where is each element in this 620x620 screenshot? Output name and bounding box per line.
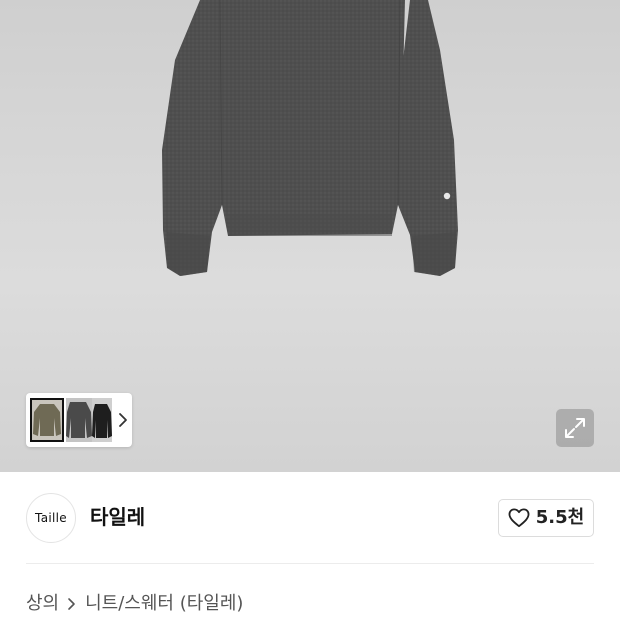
divider	[26, 563, 594, 564]
chevron-right-icon	[119, 413, 127, 427]
like-count: 5.5천	[535, 507, 585, 528]
breadcrumb: 상의 니트/스웨터 (타일레)	[26, 591, 243, 617]
product-image-area[interactable]	[0, 0, 620, 472]
sweater-thumbnail-olive-icon	[33, 404, 61, 436]
thumbnail-olive[interactable]	[30, 398, 64, 442]
breadcrumb-separator	[67, 597, 77, 611]
chevron-right-icon	[68, 598, 75, 610]
product-page: Taille 타일레 5.5천 상의 니트/스웨터 (타일레)	[0, 0, 620, 620]
color-thumbnail-strip	[26, 393, 132, 447]
expand-icon	[565, 418, 585, 438]
like-button[interactable]: 5.5천	[498, 499, 594, 537]
breadcrumb-item-knit[interactable]: 니트/스웨터 (타일레)	[85, 592, 243, 616]
expand-image-button[interactable]	[556, 409, 594, 447]
thumbnail-charcoal[interactable]	[66, 398, 92, 442]
heart-icon	[508, 508, 530, 528]
breadcrumb-item-top[interactable]: 상의	[26, 592, 59, 616]
thumbnail-black[interactable]	[92, 398, 112, 442]
brand-row: Taille 타일레 5.5천	[0, 472, 620, 564]
sweater-thumbnail-charcoal-icon	[66, 402, 92, 438]
brand-name[interactable]: 타일레	[90, 504, 145, 530]
thumbnail-next-button[interactable]	[114, 393, 132, 447]
brand-logo[interactable]: Taille	[26, 493, 76, 543]
sweater-thumbnail-black-icon	[92, 404, 112, 438]
brand-logo-text: Taille	[35, 511, 67, 525]
